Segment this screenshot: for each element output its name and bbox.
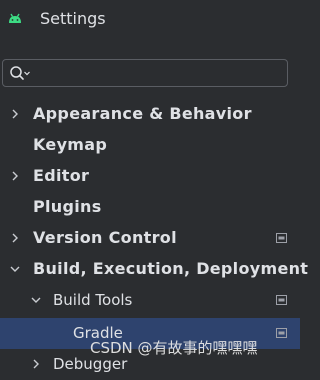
settings-search-box[interactable] [2,59,288,87]
android-icon [9,13,21,23]
tree-item-appearance-behavior[interactable]: Appearance & Behavior [0,99,300,130]
tree-item-label: Version Control [33,228,177,247]
watermark: CSDN @有故事的嘿嘿嘿 [90,339,258,357]
tree-item-label: Editor [33,166,90,185]
project-settings-icon [276,233,287,243]
tree-item-plugins[interactable]: Plugins [0,192,300,223]
tree-item-label: Plugins [33,197,102,216]
chevron-right-icon[interactable] [30,358,42,370]
tree-item-build-tools[interactable]: Build Tools [0,285,300,316]
chevron-right-icon[interactable] [9,232,21,244]
tree-item-label: Keymap [33,135,108,154]
settings-search-input[interactable] [33,63,283,83]
chevron-right-icon[interactable] [9,170,21,182]
chevron-right-icon[interactable] [9,108,21,120]
tree-item-version-control[interactable]: Version Control [0,223,300,254]
chevron-down-icon[interactable] [9,263,21,275]
tree-item-build-execution-deployment[interactable]: Build, Execution, Deployment [0,254,308,285]
tree-item-label: Build Tools [53,291,133,309]
tree-item-label: Appearance & Behavior [33,104,252,123]
tree-item-editor[interactable]: Editor [0,161,300,192]
project-settings-icon [276,328,287,338]
tree-item-keymap[interactable]: Keymap [0,130,300,161]
tree-item-label: Build, Execution, Deployment [33,259,309,278]
window-title: Settings [40,9,106,28]
search-icon[interactable] [9,65,31,83]
chevron-down-icon[interactable] [30,294,42,306]
title-bar: Settings [0,0,318,40]
project-settings-icon [276,295,287,305]
